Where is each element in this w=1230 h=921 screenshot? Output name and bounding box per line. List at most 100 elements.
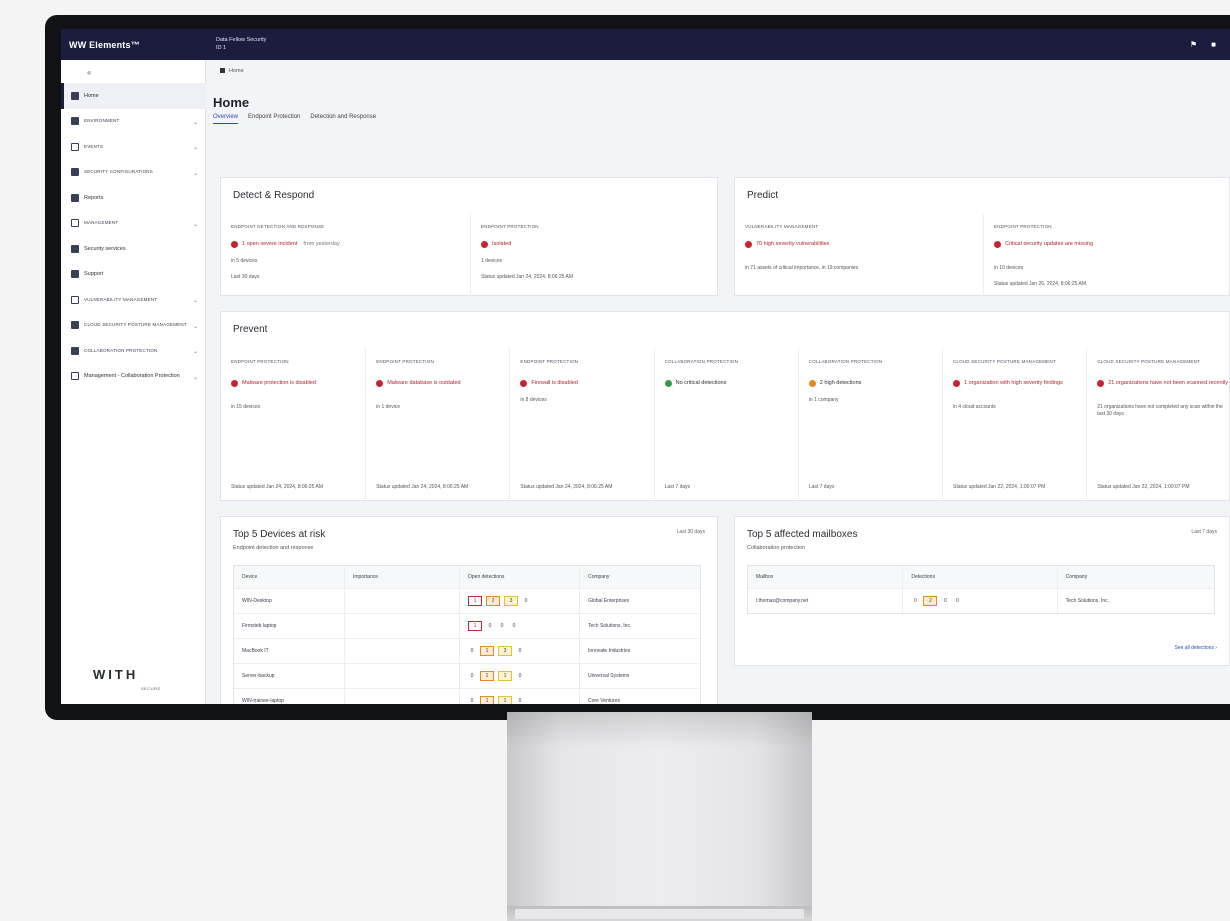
device-name[interactable]: Firmsteb laptop xyxy=(234,614,344,638)
status-link[interactable]: 1 open severe incident from yesterday xyxy=(231,241,340,248)
collapse-sidebar-icon[interactable]: « xyxy=(87,68,91,77)
detection-count-badge: 2 xyxy=(486,596,500,606)
status-cell-label: Cloud security posture management xyxy=(1097,359,1200,364)
table-row[interactable]: MacBook IT 0 1 3 0 Innovate Industries xyxy=(234,638,700,663)
status-dot-icon xyxy=(376,380,384,387)
time-range-label[interactable]: Last 30 days xyxy=(677,529,705,535)
sidebar-item[interactable]: Collaboration protection ⌄ xyxy=(61,338,206,364)
card-subtitle: Collaboration protection xyxy=(747,545,806,551)
breadcrumb-home[interactable]: Home xyxy=(229,68,244,74)
sidebar-item[interactable]: Vulnerability management ⌄ xyxy=(61,287,206,313)
device-company: Tech Solutions, Inc. xyxy=(579,614,700,638)
table-row[interactable]: WIN-trainee-laptop 0 1 1 0 Core Ventures xyxy=(234,688,700,704)
detection-count-badge: 1 xyxy=(468,621,482,631)
sidebar-item[interactable]: Home xyxy=(61,83,206,109)
status-dot-icon xyxy=(231,380,238,387)
column-header[interactable]: Detections xyxy=(902,566,1056,588)
status-link[interactable]: Malware database is outdated xyxy=(376,380,461,387)
column-header[interactable]: Mailbox xyxy=(748,566,902,588)
mailbox-address[interactable]: l.thomas@company.net xyxy=(748,589,902,613)
chevron-down-icon: ⌄ xyxy=(192,119,198,126)
tab-0[interactable]: Overview xyxy=(213,114,239,124)
see-all-detections-link[interactable]: See all detections › xyxy=(1174,645,1217,651)
user-menu-icon[interactable]: ■ xyxy=(1209,40,1218,49)
device-name[interactable]: WIN-trainee-laptop xyxy=(234,689,344,704)
organization-selector[interactable]: Data Fellow Security ID 1 xyxy=(216,36,266,52)
status-cell: Collaboration protection No critical dete… xyxy=(653,349,798,501)
status-dot-icon xyxy=(745,241,752,248)
column-header[interactable]: Company xyxy=(1056,566,1214,588)
status-text: 2 high detections xyxy=(819,380,862,386)
status-detail: 1 devices xyxy=(481,258,503,264)
status-link[interactable]: 21 organizations have not been scanned r… xyxy=(1097,380,1228,387)
sidebar-item[interactable]: Security configurations ⌄ xyxy=(61,160,206,186)
sidebar-item[interactable]: Events ⌄ xyxy=(61,134,206,160)
sidebar-item[interactable]: Reports xyxy=(61,185,206,211)
status-cell-label: Endpoint detection and response xyxy=(231,224,325,229)
device-importance xyxy=(344,589,459,613)
help-icon[interactable]: ⚑ xyxy=(1189,40,1198,49)
organization-id: ID 1 xyxy=(216,45,227,51)
sidebar-item[interactable]: Support xyxy=(61,262,206,288)
status-link[interactable]: 1 organization with high severity findin… xyxy=(953,380,1063,387)
sidebar-item[interactable]: Environment ⌄ xyxy=(61,109,206,135)
detection-counts[interactable]: 0200 xyxy=(911,596,961,606)
tab-2[interactable]: Detection and Response xyxy=(310,114,376,124)
status-updated: Last 7 days xyxy=(808,484,835,490)
table-row[interactable]: Server-backup 0 1 1 0 Universal Systems xyxy=(234,663,700,688)
table-row[interactable]: l.thomas@company.net 0 2 0 0 Tech Solutions, … xyxy=(748,588,1214,613)
device-importance xyxy=(344,639,459,663)
sidebar-item-label: Support xyxy=(84,271,104,277)
mailbox-detections: 0200 xyxy=(902,589,1056,613)
column-header[interactable]: Open detections xyxy=(459,566,579,588)
status-link[interactable]: 70 high severity vulnerabilities xyxy=(745,241,829,248)
sidebar-item[interactable]: Management ⌄ xyxy=(61,211,206,237)
status-link[interactable]: No critical detections xyxy=(664,380,726,387)
screen: WW Elements™ Data Fellow Security ID 1 ⚑… xyxy=(61,29,1230,704)
detection-counts[interactable]: 1000 xyxy=(468,621,518,631)
status-link[interactable]: 2 high detections xyxy=(808,380,862,387)
detection-counts[interactable]: 0110 xyxy=(468,696,524,704)
sidebar-item[interactable]: Security services xyxy=(61,236,206,262)
detection-counts[interactable]: 1230 xyxy=(468,596,530,606)
sidebar-item[interactable]: Management - Collaboration Protection ⌄ xyxy=(61,364,206,390)
devices-at-risk-card: Top 5 Devices at risk Endpoint detection… xyxy=(220,516,718,704)
brand-logo[interactable]: WW Elements™ xyxy=(69,40,140,50)
status-text: 1 organization with high severity findin… xyxy=(964,380,1063,386)
status-dot-icon xyxy=(953,380,960,387)
status-link[interactable]: Isolated xyxy=(481,241,511,248)
scan-icon xyxy=(71,295,79,304)
monitor-stand-base xyxy=(507,906,812,921)
status-detail: Status updated Jan 24, 2024, 8:06:25 AM xyxy=(481,274,574,280)
device-name[interactable]: MacBook IT xyxy=(234,639,344,663)
status-cell: Endpoint protection Isolated 1 devices Stat… xyxy=(470,214,719,296)
device-name[interactable]: Server-backup xyxy=(234,664,344,688)
sidebar-item[interactable]: Cloud security posture management ⌄ xyxy=(61,313,206,339)
status-cell-label: Collaboration protection xyxy=(808,359,883,364)
status-detail: in 71 assets of critical importance, in … xyxy=(745,265,859,271)
table-row[interactable]: WIN-Desktop 1 2 3 0 Global Enterprises xyxy=(234,588,700,613)
detection-count-badge: 0 xyxy=(470,648,474,654)
status-link[interactable]: Malware protection is disabled xyxy=(231,380,316,387)
table-row[interactable]: Firmsteb laptop 1 0 0 0 Tech Solutions, Inc. xyxy=(234,613,700,638)
column-header[interactable]: Company xyxy=(579,566,700,588)
status-link[interactable]: Critical security updates are missing xyxy=(994,241,1093,248)
status-detail: Last 30 days xyxy=(231,274,260,280)
status-detail: 21 organizations have not completed any … xyxy=(1097,404,1223,417)
column-header[interactable]: Device xyxy=(234,566,344,588)
device-company: Core Ventures xyxy=(579,689,700,704)
status-cell-label: Endpoint protection xyxy=(520,359,579,364)
device-importance xyxy=(344,664,459,688)
status-text: Malware database is outdated xyxy=(387,380,461,386)
status-text: Malware protection is disabled xyxy=(242,380,316,386)
device-name[interactable]: WIN-Desktop xyxy=(234,589,344,613)
column-header[interactable]: Importance xyxy=(344,566,459,588)
status-text: 70 high severity vulnerabilities xyxy=(756,241,830,247)
tab-1[interactable]: Endpoint Protection xyxy=(248,114,300,124)
status-link[interactable]: Firewall is disabled xyxy=(520,380,578,387)
status-detail: in 15 devices xyxy=(231,404,261,410)
detection-counts[interactable]: 0130 xyxy=(468,646,524,656)
detection-count-badge: 0 xyxy=(913,598,917,604)
detection-counts[interactable]: 0110 xyxy=(468,671,524,681)
time-range-label[interactable]: Last 7 days xyxy=(1191,529,1217,535)
